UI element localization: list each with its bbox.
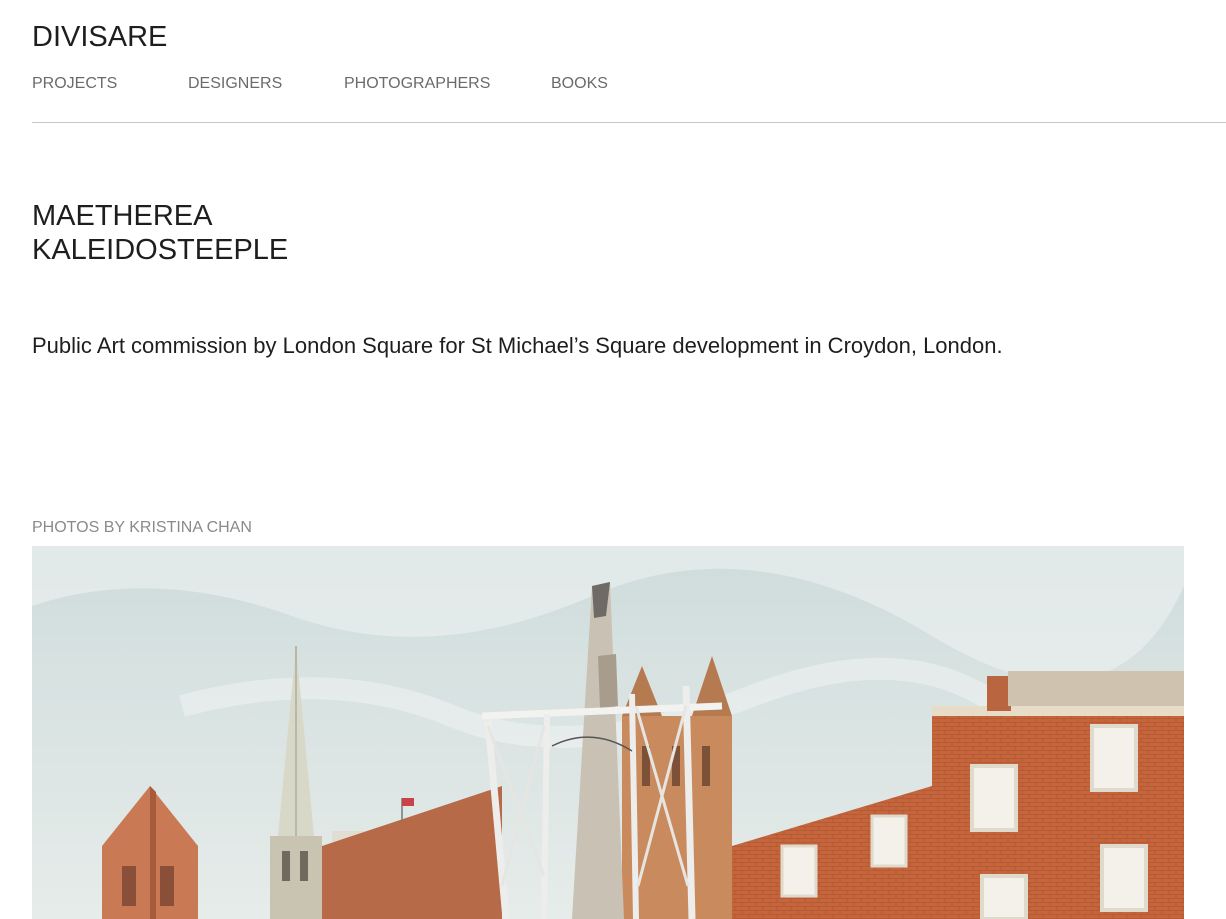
project-description: Public Art commission by London Square f… (32, 333, 1003, 358)
site-header: DIVISARE PROJECTS DESIGNERS PHOTOGRAPHER… (32, 0, 1226, 123)
nav-link-photographers[interactable]: PHOTOGRAPHERS (344, 74, 490, 94)
nav-link-books[interactable]: BOOKS (551, 74, 608, 94)
project-title: MAETHEREA KALEIDOSTEEPLE (32, 199, 288, 267)
hero-photo-illustration (32, 546, 1184, 919)
nav-link-designers[interactable]: DESIGNERS (188, 74, 282, 94)
hero-photo[interactable] (32, 546, 1184, 919)
photo-credit: PHOTOS BY KRISTINA CHAN (32, 519, 252, 536)
site-logo[interactable]: DIVISARE (32, 20, 167, 54)
project-title-line-2: KALEIDOSTEEPLE (32, 234, 289, 266)
project-title-line-1: MAETHEREA (32, 200, 213, 232)
nav-link-projects[interactable]: PROJECTS (32, 74, 117, 94)
